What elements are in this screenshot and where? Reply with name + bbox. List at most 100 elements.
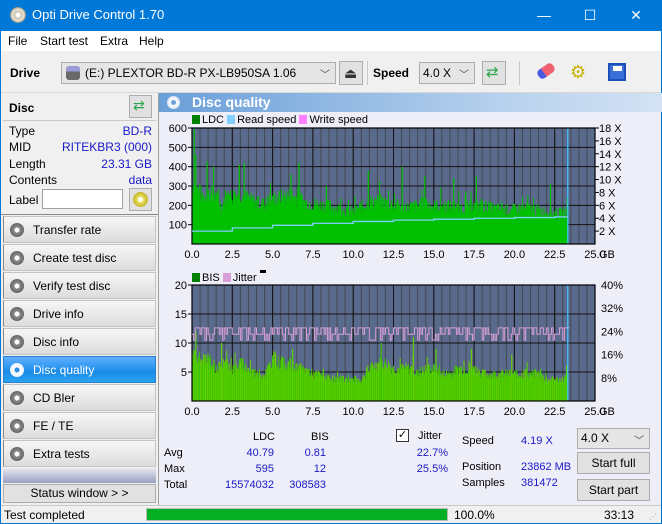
disc-label-button[interactable] <box>129 188 152 211</box>
bis-bar <box>291 348 294 401</box>
disc-info-icon <box>10 335 24 349</box>
speed-select[interactable]: 4.0 X ﹀ <box>419 62 475 84</box>
drive-select-value: (E:) PLEXTOR BD-R PX-LB950SA 1.06 <box>85 66 297 80</box>
disc-header: Disc ⇄ <box>3 95 156 119</box>
resize-grip-icon[interactable]: ⋰ <box>649 512 657 521</box>
settings-button[interactable]: ⚙ <box>568 61 592 85</box>
disc-mid-value: RITEKBR3 (000) <box>61 140 152 154</box>
menu-bar: File Start test Extra Help <box>1 31 661 51</box>
menu-file[interactable]: File <box>8 34 27 48</box>
y2-tick-label: 40% <box>601 280 623 292</box>
disc-contents-row: Contents data <box>9 173 152 189</box>
extra-tests-icon <box>10 447 24 461</box>
eraser-icon <box>535 61 557 81</box>
nav-disc-quality[interactable]: Disc quality <box>3 356 156 383</box>
disc-mid-label: MID <box>9 140 31 154</box>
maximize-button[interactable]: ☐ <box>567 0 613 31</box>
panel-title: Disc quality <box>192 94 271 110</box>
start-part-button[interactable]: Start part <box>577 479 650 501</box>
divider <box>3 120 156 121</box>
close-button[interactable]: ✕ <box>613 0 659 31</box>
nav-label: CD Bler <box>33 391 76 405</box>
jitter-checkbox[interactable]: ✓ <box>396 429 409 442</box>
toolbar-divider <box>519 61 520 85</box>
disc-refresh-button[interactable]: ⇄ <box>129 95 152 118</box>
ldc-bar <box>238 164 240 244</box>
y2-tick-label: 16% <box>601 350 623 362</box>
nav-label: Verify test disc <box>33 279 111 293</box>
jitter-stats: ✓ Jitter 22.7% 25.5% <box>396 429 456 489</box>
cd-bler-icon <box>10 391 24 405</box>
title-bar: Opti Drive Control 1.70 — ☐ ✕ <box>1 0 661 31</box>
menu-help[interactable]: Help <box>139 34 164 48</box>
start-full-button[interactable]: Start full <box>577 452 650 474</box>
eject-button[interactable]: ⏏ <box>339 61 363 85</box>
erase-button[interactable] <box>534 61 558 85</box>
stats-max-label: Max <box>164 463 185 475</box>
settings-icon: ⚙ <box>570 62 587 82</box>
x-tick-label: 7.5 <box>305 249 320 259</box>
speed-label: Speed <box>373 66 410 80</box>
ldc-bar <box>424 176 426 244</box>
y-tick-label: 600 <box>169 123 187 135</box>
test-speed-select[interactable]: 4.0 X ﹀ <box>577 428 650 449</box>
nav-transfer-rate[interactable]: Transfer rate <box>3 216 156 243</box>
ldc-bar <box>367 170 369 244</box>
nav-cd-bler[interactable]: CD Bler <box>3 384 156 411</box>
nav-create-test-disc[interactable]: Create test disc <box>3 244 156 271</box>
stats-total-ldc: 15574032 <box>225 479 274 491</box>
x-tick-label: 2.5 <box>225 249 240 259</box>
minimize-button[interactable]: — <box>521 0 567 31</box>
nav-extra-tests[interactable]: Extra tests <box>3 440 156 467</box>
menu-extra[interactable]: Extra <box>100 34 128 48</box>
disc-contents-label: Contents <box>9 173 58 187</box>
chevron-down-icon: ﹀ <box>634 436 644 447</box>
y2-tick-label: 8 X <box>599 187 616 199</box>
nav-disc-info[interactable]: Disc info <box>3 328 156 355</box>
nav-label: Disc quality <box>33 363 95 377</box>
nav-verify-test-disc[interactable]: Verify test disc <box>3 272 156 299</box>
disc-icon <box>133 192 148 207</box>
y2-tick-label: 32% <box>601 303 623 315</box>
y-tick-label: 200 <box>169 200 187 212</box>
legend-marker <box>259 270 266 273</box>
save-button[interactable] <box>605 61 629 85</box>
bis-bar <box>435 348 437 401</box>
status-window-button[interactable]: Status window > > <box>3 484 156 503</box>
disc-length-row: Length 23.31 GB <box>9 157 152 173</box>
y-tick-label: 20 <box>175 280 187 292</box>
y2-tick-label: 8% <box>601 373 617 385</box>
stats-total-label: Total <box>164 479 188 491</box>
drive-select[interactable]: (E:) PLEXTOR BD-R PX-LB950SA 1.06 ﹀ <box>61 62 336 84</box>
disc-quality-panel: Disc quality LDC Read speed Write speed … <box>158 93 662 505</box>
nav-fe-te[interactable]: FE / TE <box>3 412 156 439</box>
disc-type-row: Type BD-R <box>9 124 152 140</box>
chevron-down-icon: ﹀ <box>320 70 330 81</box>
toolbar-divider <box>367 61 368 85</box>
ldc-bar <box>298 162 300 244</box>
refresh-icon: ⇄ <box>486 64 499 81</box>
refresh-button[interactable]: ⇄ <box>482 61 506 85</box>
bis-chart: 5 10 15 20 8% 16% 24% 32% 40% 0.0 2.5 5.0 7.5 10.0 12.… <box>175 280 623 418</box>
x-tick-label: 22.5 <box>544 249 565 259</box>
y2-tick-label: 18 X <box>599 123 622 135</box>
y-tick-label: 500 <box>169 142 187 154</box>
stats-avg-label: Avg <box>164 447 183 459</box>
create-disc-icon <box>10 251 24 265</box>
disc-label-input[interactable] <box>42 189 123 209</box>
fe-te-icon <box>10 419 24 433</box>
ldc-bar <box>290 174 292 244</box>
menu-start-test[interactable]: Start test <box>40 34 88 48</box>
disc-type-value: BD-R <box>122 124 152 138</box>
nav-drive-info[interactable]: Drive info <box>3 300 156 327</box>
stats-avg-ldc: 40.79 <box>246 447 274 459</box>
y2-tick-label: 12 X <box>599 162 622 174</box>
x-tick-label: 10.0 <box>342 406 363 418</box>
progress-percent: 100.0% <box>454 508 495 522</box>
test-speed-value: 4.0 X <box>581 431 610 445</box>
divider <box>1 214 158 215</box>
toolbar: Drive (E:) PLEXTOR BD-R PX-LB950SA 1.06 … <box>1 51 661 93</box>
x-unit-label: GB <box>599 249 615 259</box>
progress-fill <box>147 509 447 520</box>
disc-length-label: Length <box>9 157 46 171</box>
